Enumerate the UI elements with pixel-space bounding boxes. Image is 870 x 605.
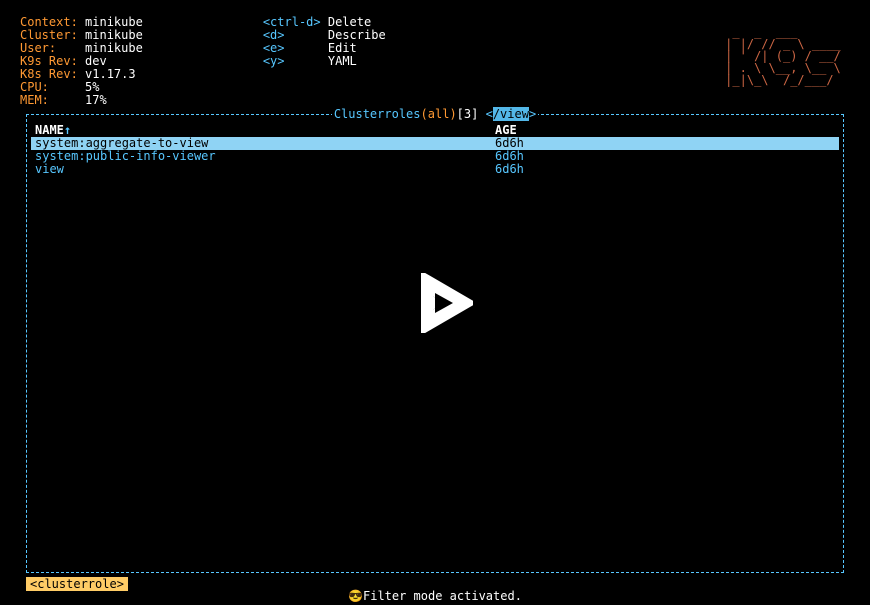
- shortcut-desc: Delete: [328, 15, 371, 29]
- context-value: minikube: [85, 15, 143, 29]
- title-scope: all: [428, 107, 450, 121]
- user-label: User:: [20, 41, 56, 55]
- resource-panel: Clusterroles(all)[3] </view> NAME↑ AGE s…: [26, 114, 844, 573]
- k9s-label: K9s Rev:: [20, 54, 78, 68]
- shortcut-key: <y>: [263, 54, 285, 68]
- cpu-value: 5%: [85, 80, 99, 94]
- k9s-value: dev: [85, 54, 107, 68]
- mem-label: MEM:: [20, 93, 49, 107]
- title-filter[interactable]: /view: [493, 107, 529, 121]
- title-resource: Clusterroles: [334, 107, 421, 121]
- row-name: system:public-info-viewer: [35, 150, 495, 163]
- mem-value: 17%: [85, 93, 107, 107]
- col-name[interactable]: NAME: [35, 123, 64, 137]
- cluster-info: Context: minikube Cluster: minikube User…: [20, 16, 143, 107]
- shortcut-key: <ctrl-d>: [263, 15, 321, 29]
- cluster-label: Cluster:: [20, 28, 78, 42]
- k8s-label: K8s Rev:: [20, 67, 78, 81]
- table-row[interactable]: view 6d6h: [31, 163, 839, 176]
- context-label: Context:: [20, 15, 78, 29]
- shortcut-key: <d>: [263, 28, 285, 42]
- col-age[interactable]: AGE: [495, 123, 517, 137]
- shortcut-desc: Edit: [328, 41, 357, 55]
- cpu-label: CPU:: [20, 80, 49, 94]
- cluster-value: minikube: [85, 28, 143, 42]
- title-count: [3]: [457, 107, 479, 121]
- k8s-value: v1.17.3: [85, 67, 136, 81]
- k9s-logo: _ _ ___ | |/ // _ \ ____ | ' /| (_) / __…: [725, 26, 848, 86]
- status-bar: 😎Filter mode activated.: [0, 589, 870, 603]
- user-value: minikube: [85, 41, 143, 55]
- row-name: view: [35, 163, 495, 176]
- sort-indicator-icon: ↑: [64, 123, 71, 137]
- shortcut-key: <e>: [263, 41, 285, 55]
- shortcuts-panel: <ctrl-d> Delete <d> Describe <e> Edit <y…: [263, 16, 386, 107]
- table-header: NAME↑ AGE: [31, 123, 839, 137]
- play-overlay-icon[interactable]: [413, 273, 473, 333]
- terminal-screen: Context: minikube Cluster: minikube User…: [0, 0, 870, 605]
- shortcut-desc: Describe: [328, 28, 386, 42]
- table-row[interactable]: system:public-info-viewer 6d6h: [31, 150, 839, 163]
- panel-title: Clusterroles(all)[3] </view>: [27, 107, 843, 121]
- row-age: 6d6h: [495, 163, 535, 176]
- shortcut-desc: YAML: [328, 54, 357, 68]
